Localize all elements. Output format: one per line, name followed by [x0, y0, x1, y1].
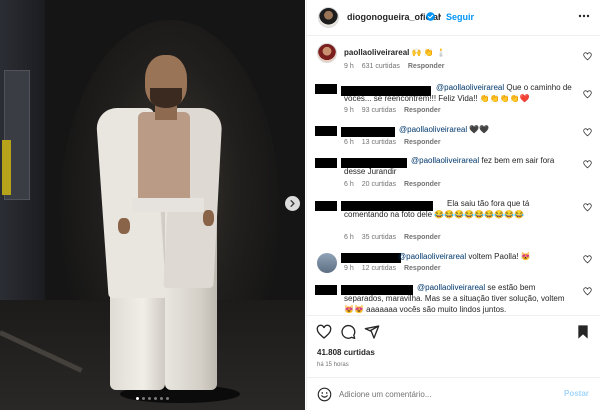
comment-text: 🙌 👏 🕯️	[411, 48, 446, 57]
comment-text: @paollaoliveirareal fez bem em sair fora…	[344, 156, 555, 176]
comment-likes[interactable]: 93 curtidas	[362, 107, 396, 114]
post-timestamp[interactable]: há 15 horas	[317, 362, 349, 368]
comment-text: @paollaoliveirareal se estão bem separad…	[344, 283, 565, 314]
comment-meta: 6 h 35 curtidas Responder	[344, 234, 441, 241]
comment-meta: 9 h 93 curtidas Responder	[344, 107, 441, 114]
comment-age: 9 h	[344, 63, 354, 70]
comment-age: 6 h	[344, 181, 354, 188]
mention-link[interactable]: @paollaoliveirareal	[411, 156, 479, 165]
carousel-dot	[136, 397, 139, 400]
bookmark-icon[interactable]	[575, 324, 591, 340]
reply-button[interactable]: Responder	[408, 63, 445, 70]
smiley-icon[interactable]	[317, 387, 332, 402]
heart-icon[interactable]	[583, 287, 592, 296]
comment-body: @paollaoliveirareal voltem Paolla! 😻	[344, 251, 572, 262]
carousel-dot	[148, 397, 151, 400]
carousel-indicator	[0, 397, 305, 400]
post-photo[interactable]	[0, 0, 305, 410]
comment-age: 9 h	[344, 107, 354, 114]
mention-link[interactable]: @paollaoliveirareal	[436, 83, 504, 92]
heart-icon[interactable]	[316, 324, 332, 340]
figure-waistband	[132, 198, 204, 212]
mention-link[interactable]: @paollaoliveirareal	[398, 252, 466, 261]
comment-text: @paollaoliveirareal voltem Paolla! 😻	[398, 252, 531, 261]
share-icon[interactable]	[364, 324, 380, 340]
comment-likes[interactable]: 13 curtidas	[362, 139, 396, 146]
post-side-panel: diogonogueira_oficial • Seguir paollaoli…	[306, 0, 600, 410]
heart-icon[interactable]	[583, 128, 592, 137]
comment-body: @paollaoliveirareal se estão bem separad…	[344, 282, 572, 315]
comment-likes[interactable]: 35 curtidas	[362, 234, 396, 241]
redacted-avatar	[315, 201, 337, 211]
heart-icon[interactable]	[583, 160, 592, 169]
heart-icon[interactable]	[583, 52, 592, 61]
header-separator: •	[438, 11, 442, 21]
heart-icon[interactable]	[583, 255, 592, 264]
comment-text: @paollaoliveirareal 🖤🖤	[399, 125, 490, 134]
mention-link[interactable]: @paollaoliveirareal	[399, 125, 467, 134]
carousel-dot	[160, 397, 163, 400]
background-yellow-post	[2, 140, 11, 195]
carousel-dot	[142, 397, 145, 400]
figure-beard	[150, 88, 182, 108]
commenter-username[interactable]: paollaoliveirareal	[344, 48, 409, 57]
follow-button[interactable]: Seguir	[446, 12, 474, 22]
redacted-avatar	[315, 285, 337, 295]
instagram-post: diogonogueira_oficial • Seguir paollaoli…	[0, 0, 600, 410]
verified-badge-icon	[426, 12, 435, 21]
reply-button[interactable]: Responder	[404, 107, 441, 114]
comment-likes[interactable]: 20 curtidas	[362, 181, 396, 188]
chevron-right-icon	[290, 200, 295, 207]
comment-age: 6 h	[344, 139, 354, 146]
comments-list[interactable]: paollaoliveirareal 🙌 👏 🕯️ 9 h 631 curtid…	[307, 36, 600, 315]
like-count[interactable]: 41.808 curtidas	[317, 348, 375, 357]
heart-icon[interactable]	[583, 90, 592, 99]
comment-body: @paollaoliveirareal Que o caminho de voc…	[344, 82, 572, 104]
comment-text: @paollaoliveirareal Que o caminho de voc…	[344, 83, 572, 103]
post-header: diogonogueira_oficial • Seguir	[307, 0, 600, 36]
commenter-avatar[interactable]	[317, 253, 337, 273]
redacted-avatar	[315, 84, 337, 94]
comment-meta: 6 h 20 curtidas Responder	[344, 181, 441, 188]
author-avatar[interactable]	[318, 7, 339, 28]
redacted-avatar	[315, 158, 337, 168]
comment-age: 9 h	[344, 265, 354, 272]
comment-meta: 9 h 631 curtidas Responder	[344, 63, 444, 70]
reply-button[interactable]: Responder	[404, 139, 441, 146]
action-bar	[307, 315, 600, 345]
figure-hand-right	[203, 210, 214, 226]
comment-icon[interactable]	[340, 324, 356, 340]
add-comment-bar: Postar	[307, 377, 600, 410]
reply-button[interactable]: Responder	[404, 265, 441, 272]
mention-link[interactable]: @paollaoliveirareal	[417, 283, 485, 292]
heart-icon[interactable]	[583, 203, 592, 212]
comment-body: paollaoliveirareal 🙌 👏 🕯️	[344, 47, 572, 58]
comment-age: 6 h	[344, 234, 354, 241]
figure-mesh-top	[138, 112, 190, 204]
comment-body: @paollaoliveirareal 🖤🖤	[344, 124, 572, 135]
comment-body: @paollaoliveirareal fez bem em sair fora…	[344, 155, 572, 177]
carousel-dot	[154, 397, 157, 400]
carousel-dot	[166, 397, 169, 400]
reply-button[interactable]: Responder	[404, 181, 441, 188]
comment-body: Ela saiu tão fora que tá comentando na f…	[344, 198, 572, 220]
carousel-next-button[interactable]	[285, 196, 300, 211]
comment-meta: 9 h 12 curtidas Responder	[344, 265, 441, 272]
figure-hand-left	[118, 218, 130, 234]
comment-likes[interactable]: 631 curtidas	[362, 63, 400, 70]
comment-input[interactable]	[339, 387, 539, 402]
comment-likes[interactable]: 12 curtidas	[362, 265, 396, 272]
redacted-avatar	[315, 126, 337, 136]
more-options-icon[interactable]	[577, 9, 591, 23]
comment-text: Ela saiu tão fora que tá comentando na f…	[344, 199, 530, 219]
post-comment-button[interactable]: Postar	[564, 389, 589, 398]
reply-button[interactable]: Responder	[404, 234, 441, 241]
comment-meta: 6 h 13 curtidas Responder	[344, 139, 441, 146]
commenter-avatar[interactable]	[317, 43, 337, 63]
